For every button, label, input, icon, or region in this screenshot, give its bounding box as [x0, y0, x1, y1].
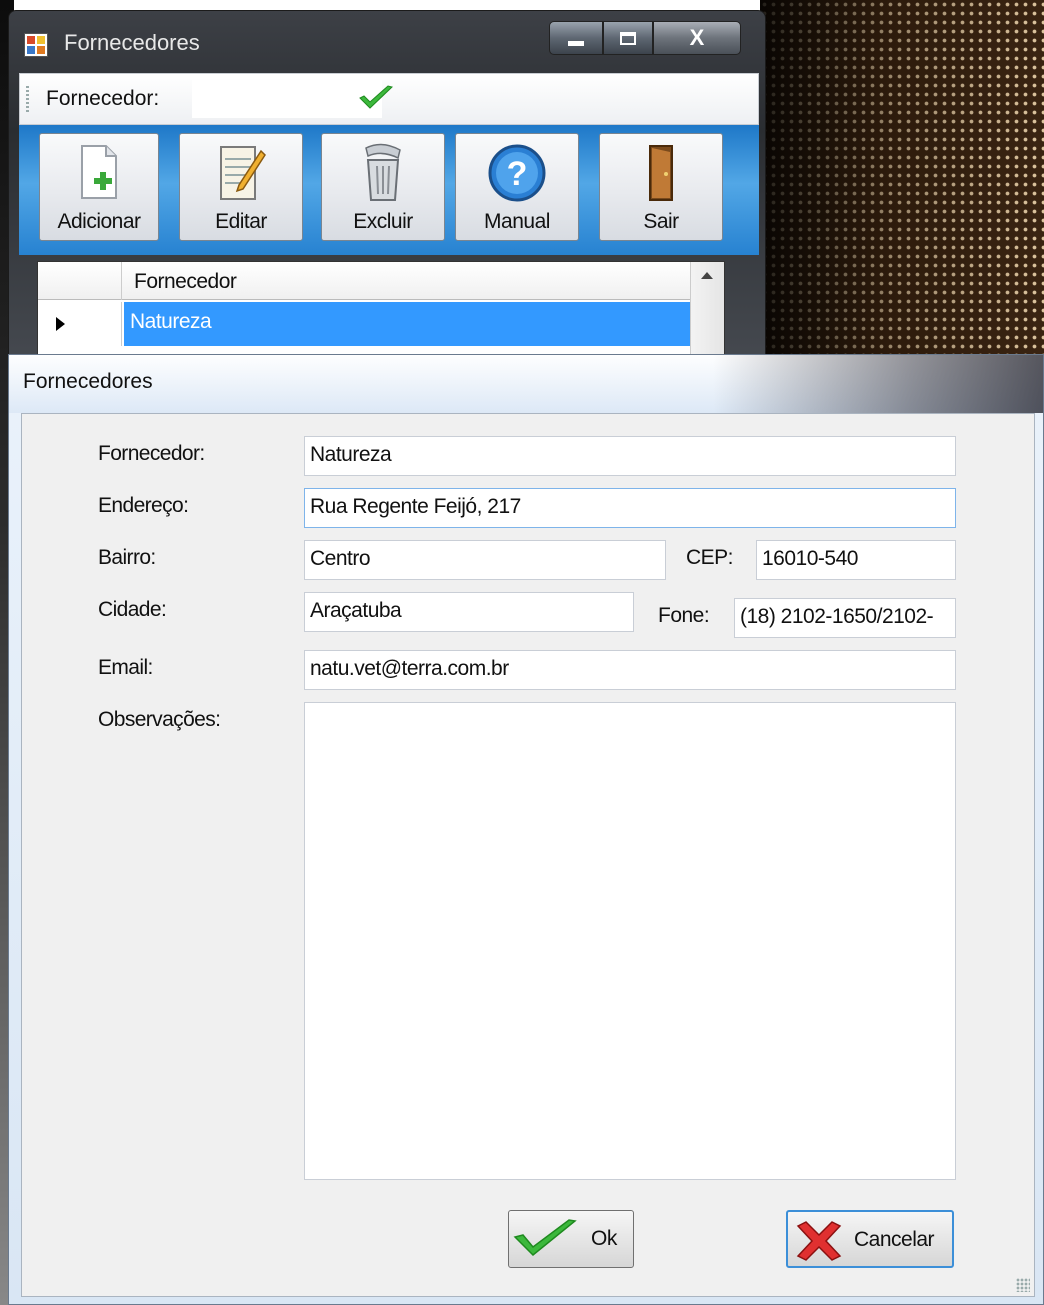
fornecedor-edit-dialog: Fornecedores Fornecedor: Natureza Endere… — [8, 354, 1044, 1305]
fornecedor-field[interactable]: Natureza — [304, 436, 956, 476]
scroll-up-arrow-icon[interactable] — [701, 272, 713, 279]
sair-label: Sair — [643, 210, 679, 233]
grid-row-header-column — [38, 262, 122, 300]
cancel-x-icon — [796, 1221, 842, 1261]
adicionar-label: Adicionar — [57, 210, 141, 233]
current-row-arrow-icon — [56, 317, 65, 331]
add-document-icon — [81, 145, 117, 199]
table-row[interactable]: Natureza — [38, 302, 690, 346]
minimize-icon — [568, 40, 584, 46]
title-bar[interactable]: Fornecedores X — [9, 11, 765, 73]
manual-label: Manual — [484, 210, 550, 233]
grid-column-fornecedor[interactable]: Fornecedor — [134, 270, 237, 294]
observacoes-textarea[interactable] — [304, 702, 956, 1180]
help-icon: ? — [488, 144, 546, 202]
toolstrip-grip[interactable] — [26, 86, 29, 114]
resize-grip[interactable] — [1016, 1278, 1030, 1292]
excluir-label: Excluir — [353, 210, 413, 233]
fornecedor-label: Fornecedor: — [98, 442, 205, 465]
dialog-title: Fornecedores — [23, 370, 153, 393]
edit-notepad-icon — [220, 146, 266, 200]
ok-button[interactable]: Ok — [508, 1210, 634, 1268]
adicionar-button[interactable]: Adicionar — [39, 133, 159, 241]
manual-button[interactable]: ? Manual — [455, 133, 579, 241]
editar-button[interactable]: Editar — [179, 133, 303, 241]
dialog-form: Fornecedor: Natureza Endereço: Rua Regen… — [21, 413, 1035, 1297]
editar-label: Editar — [215, 210, 267, 233]
app-form-icon — [24, 33, 48, 57]
sair-button[interactable]: Sair — [599, 133, 723, 241]
minimize-button[interactable] — [549, 21, 603, 55]
observacoes-label: Observações: — [98, 708, 221, 731]
fornecedor-search-label: Fornecedor: — [46, 87, 160, 110]
endereco-label: Endereço: — [98, 494, 189, 517]
cidade-label: Cidade: — [98, 598, 167, 621]
fornecedor-search-input[interactable] — [192, 80, 382, 118]
fornecedores-main-window: Fornecedores X Fornecedor: Adicionar Edi… — [8, 10, 766, 411]
email-field[interactable]: natu.vet@terra.com.br — [304, 650, 956, 690]
maximize-icon — [620, 31, 636, 45]
window-title: Fornecedores — [64, 30, 200, 55]
grid-cell-fornecedor[interactable]: Natureza — [124, 302, 690, 346]
row-selector[interactable] — [38, 302, 122, 346]
cancelar-label: Cancelar — [854, 1228, 935, 1251]
ok-label: Ok — [591, 1227, 617, 1250]
endereco-field[interactable]: Rua Regente Feijó, 217 — [304, 488, 956, 528]
dialog-title-bar[interactable]: Fornecedores — [9, 355, 1043, 413]
search-toolstrip: Fornecedor: — [19, 73, 759, 125]
cep-label: CEP: — [686, 546, 734, 569]
check-icon — [513, 1219, 577, 1257]
close-button[interactable]: X — [653, 21, 741, 55]
excluir-button[interactable]: Excluir — [321, 133, 445, 241]
cep-field[interactable]: 16010-540 — [756, 540, 956, 580]
check-icon[interactable] — [358, 84, 394, 112]
cidade-field[interactable]: Araçatuba — [304, 592, 634, 632]
bairro-field[interactable]: Centro — [304, 540, 666, 580]
svg-text:?: ? — [507, 155, 528, 193]
maximize-button[interactable] — [603, 21, 653, 55]
fone-label: Fone: — [658, 604, 710, 627]
exit-door-icon — [649, 145, 673, 201]
cancelar-button[interactable]: Cancelar — [786, 1210, 954, 1268]
trash-can-icon — [365, 143, 401, 201]
close-icon: X — [689, 25, 705, 50]
fone-field[interactable]: (18) 2102-1650/2102- — [734, 598, 956, 638]
email-label: Email: — [98, 656, 153, 679]
main-toolbar: Adicionar Editar Excluir ? Manual Sair — [19, 125, 759, 255]
bairro-label: Bairro: — [98, 546, 156, 569]
grid-header: Fornecedor — [38, 262, 690, 300]
